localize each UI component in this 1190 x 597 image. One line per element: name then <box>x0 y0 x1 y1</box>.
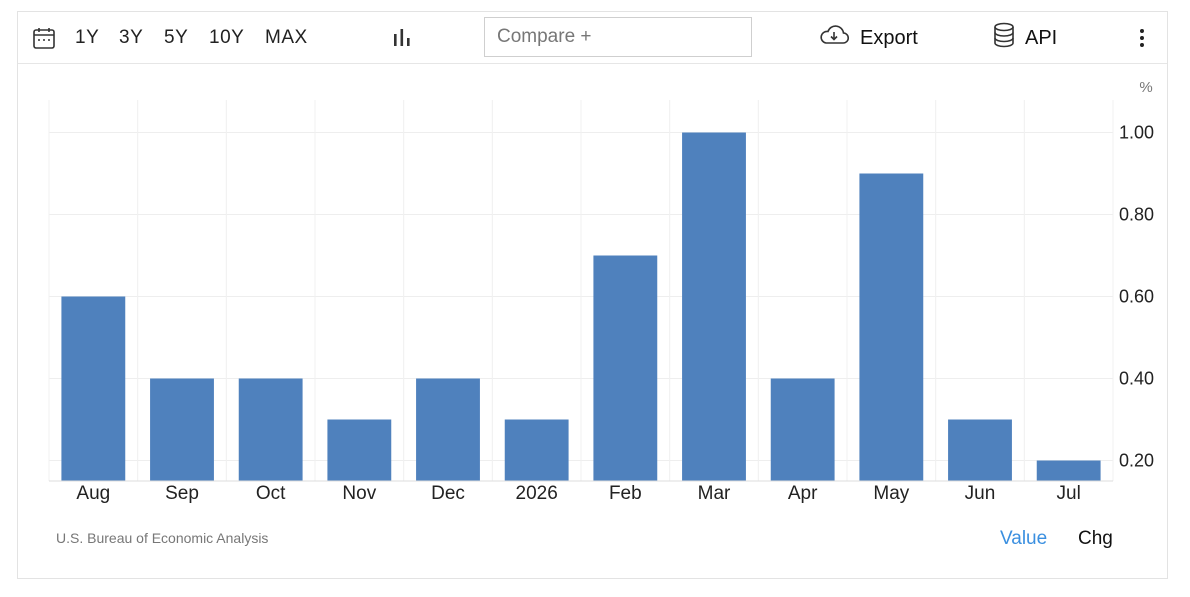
bar <box>327 419 392 481</box>
bar <box>1036 460 1101 481</box>
y-tick-label: 0.40 <box>1119 369 1154 389</box>
bar <box>238 378 303 481</box>
bar <box>770 378 835 481</box>
bar <box>150 378 214 481</box>
bar <box>416 378 480 481</box>
x-tick-label: Jul <box>1057 483 1081 504</box>
bar <box>593 255 658 481</box>
x-tick-label: Feb <box>609 483 642 504</box>
x-tick-label: Dec <box>431 483 465 504</box>
bar <box>859 173 924 481</box>
x-tick-label: Jun <box>965 483 996 504</box>
x-tick-label: Oct <box>256 483 286 504</box>
chart-widget: 1Y 3Y 5Y 10Y MAX Export <box>17 11 1168 579</box>
y-tick-label: 0.80 <box>1119 205 1154 225</box>
unit-label: % <box>1139 79 1152 96</box>
bar <box>948 419 1012 481</box>
x-tick-label: 2026 <box>516 483 558 504</box>
x-tick-label: Sep <box>165 483 199 504</box>
bar <box>61 296 126 481</box>
y-tick-label: 0.20 <box>1119 451 1154 471</box>
x-tick-label: Nov <box>342 483 376 504</box>
y-tick-label: 1.00 <box>1119 123 1154 143</box>
change-toggle[interactable]: Chg <box>1078 528 1113 550</box>
bar <box>682 132 746 481</box>
y-tick-label: 0.60 <box>1119 287 1154 307</box>
bar <box>504 419 569 481</box>
source-attribution: U.S. Bureau of Economic Analysis <box>56 530 269 546</box>
x-tick-label: Mar <box>698 483 731 504</box>
x-tick-label: May <box>873 483 909 504</box>
bar-chart: 1.00 0.80 0.60 0.40 0.20% Aug Sep Oct Nov Dec 2026… <box>48 79 1154 504</box>
value-toggle[interactable]: Value <box>1000 528 1047 550</box>
x-tick-label: Apr <box>788 483 818 504</box>
x-tick-label: Aug <box>76 483 110 504</box>
